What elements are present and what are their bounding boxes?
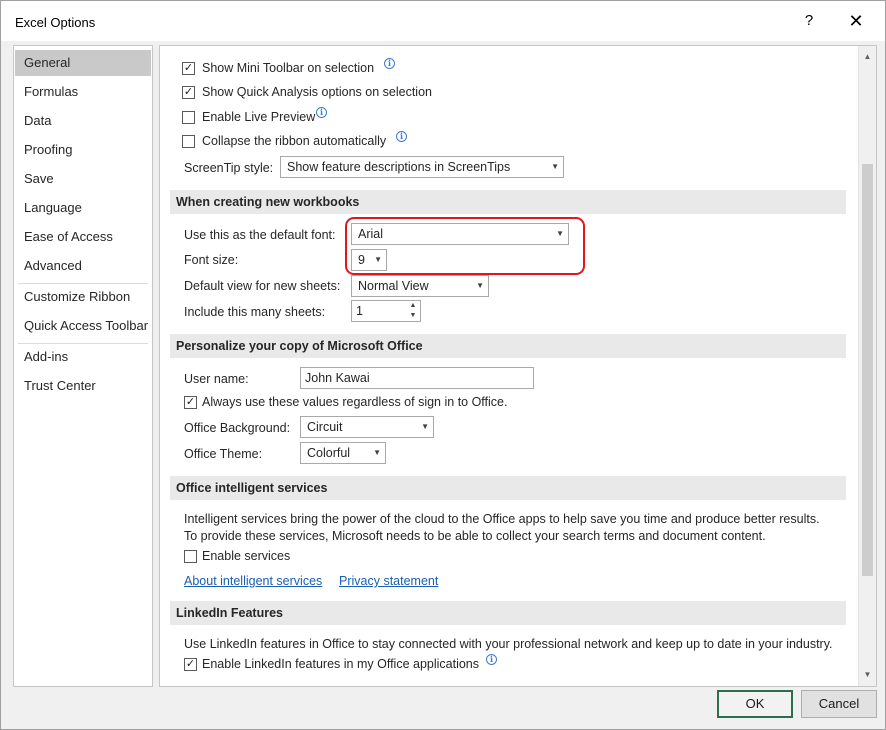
live-preview-label: Enable Live Preview (202, 110, 316, 124)
mini-toolbar-checkbox[interactable]: ✓ (182, 62, 195, 75)
default-view-value: Normal View (358, 279, 429, 293)
sheets-count-label: Include this many sheets: (184, 305, 326, 319)
nav-item-save[interactable]: Save (15, 166, 151, 192)
always-use-values-checkbox[interactable]: ✓ (184, 396, 197, 409)
mini-toolbar-label: Show Mini Toolbar on selection (202, 61, 375, 75)
title-bar: Excel Options ? ✕ (1, 1, 885, 41)
nav-item-ease-of-access[interactable]: Ease of Access (15, 224, 151, 250)
always-use-values-label: Always use these values regardless of si… (202, 395, 508, 409)
sheets-count-value: 1 (356, 304, 363, 318)
nav-item-customize-ribbon[interactable]: Customize Ribbon (15, 284, 151, 310)
quick-analysis-label: Show Quick Analysis options on selection (202, 85, 432, 99)
nav-item-formulas[interactable]: Formulas (15, 79, 151, 105)
font-size-label: Font size: (184, 253, 239, 267)
enable-linkedin-label: Enable LinkedIn features in my Office ap… (202, 657, 480, 671)
section-header-linkedin: LinkedIn Features (170, 601, 846, 625)
scroll-down-icon[interactable]: ▼ (859, 666, 876, 683)
nav-item-trust-center[interactable]: Trust Center (15, 373, 151, 399)
screentip-style-dropdown[interactable]: Show feature descriptions in ScreenTips … (280, 156, 564, 178)
scrollbar-thumb[interactable] (862, 164, 873, 576)
enable-services-label: Enable services (202, 549, 291, 563)
chevron-down-icon: ▼ (551, 162, 559, 171)
info-icon: i (316, 107, 327, 118)
about-intelligent-services-link[interactable]: About intelligent services (184, 574, 322, 588)
default-view-dropdown[interactable]: Normal View ▼ (351, 275, 489, 297)
close-button[interactable]: ✕ (843, 9, 869, 33)
office-theme-label: Office Theme: (184, 447, 263, 461)
nav-item-data[interactable]: Data (15, 108, 151, 134)
ok-button[interactable]: OK (717, 690, 793, 718)
collapse-ribbon-label: Collapse the ribbon automatically (202, 134, 387, 148)
enable-linkedin-checkbox[interactable]: ✓ (184, 658, 197, 671)
screentip-style-value: Show feature descriptions in ScreenTips (287, 160, 511, 174)
enable-services-checkbox[interactable] (184, 550, 197, 563)
office-theme-dropdown[interactable]: Colorful ▼ (300, 442, 386, 464)
office-background-dropdown[interactable]: Circuit ▼ (300, 416, 434, 438)
section-header-intelligent-services: Office intelligent services (170, 476, 846, 500)
info-icon: i (396, 131, 407, 142)
intelligent-services-description-2: To provide these services, Microsoft nee… (184, 529, 766, 543)
office-background-value: Circuit (307, 420, 343, 434)
default-font-label: Use this as the default font: (184, 228, 336, 242)
linkedin-description: Use LinkedIn features in Office to stay … (184, 637, 833, 651)
section-header-new-workbooks: When creating new workbooks (170, 190, 846, 214)
help-button[interactable]: ? (797, 9, 821, 33)
info-icon: i (486, 654, 497, 665)
spinner-arrows-icon[interactable]: ▲ ▼ (406, 301, 420, 321)
intelligent-services-description-1: Intelligent services bring the power of … (184, 512, 820, 526)
general-options-pane: ✓ Show Mini Toolbar on selection i ✓ Sho… (159, 45, 877, 687)
font-settings-highlight (345, 217, 585, 275)
nav-item-language[interactable]: Language (15, 195, 151, 221)
collapse-ribbon-checkbox[interactable] (182, 135, 195, 148)
section-header-personalize: Personalize your copy of Microsoft Offic… (170, 334, 846, 358)
default-view-label: Default view for new sheets: (184, 279, 341, 293)
screentip-style-label: ScreenTip style: (184, 161, 274, 175)
window-title: Excel Options (15, 15, 96, 30)
nav-item-quick-access-toolbar[interactable]: Quick Access Toolbar (15, 313, 151, 339)
cancel-button[interactable]: Cancel (801, 690, 877, 718)
user-name-input[interactable]: John Kawai (300, 367, 534, 389)
live-preview-checkbox[interactable] (182, 111, 195, 124)
privacy-statement-link[interactable]: Privacy statement (339, 574, 438, 588)
chevron-down-icon: ▼ (373, 448, 381, 457)
nav-item-add-ins[interactable]: Add-ins (15, 344, 151, 370)
nav-item-general[interactable]: General (15, 50, 151, 76)
excel-options-dialog: Excel Options ? ✕ General Formulas Data … (0, 0, 886, 730)
scroll-up-icon[interactable]: ▲ (859, 48, 876, 65)
chevron-down-icon: ▼ (476, 281, 484, 290)
chevron-down-icon: ▼ (421, 422, 429, 431)
vertical-scrollbar[interactable]: ▲ ▼ (858, 46, 876, 686)
info-icon: i (384, 58, 395, 69)
quick-analysis-checkbox[interactable]: ✓ (182, 86, 195, 99)
sheets-count-spinner[interactable]: 1 ▲ ▼ (351, 300, 421, 322)
office-background-label: Office Background: (184, 421, 291, 435)
office-theme-value: Colorful (307, 446, 351, 460)
nav-item-proofing[interactable]: Proofing (15, 137, 151, 163)
user-name-label: User name: (184, 372, 249, 386)
nav-item-advanced[interactable]: Advanced (15, 253, 151, 279)
category-nav: General Formulas Data Proofing Save Lang… (13, 45, 153, 687)
